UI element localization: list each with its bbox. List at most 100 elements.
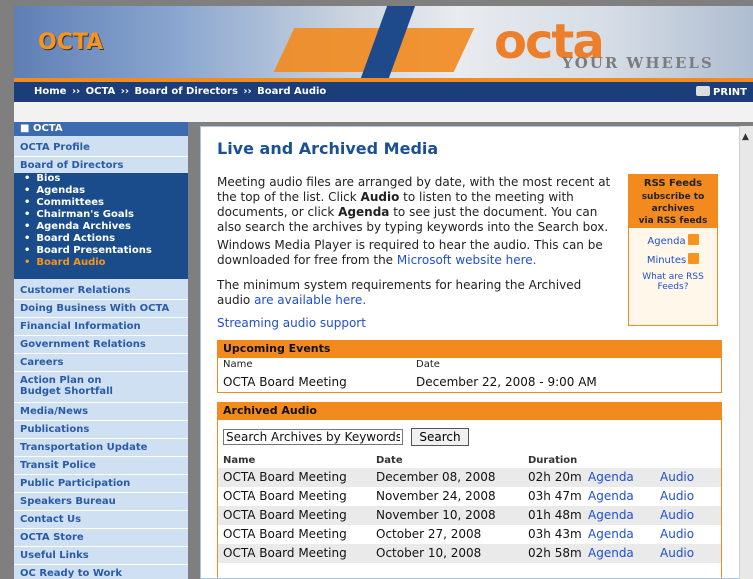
rss-agenda-label: Agenda <box>647 236 686 247</box>
streaming-paragraph: Streaming audio support <box>217 316 617 331</box>
submenu-item-board-actions[interactable]: Board Actions <box>14 233 188 245</box>
table-row: OCTA Board Meeting October 10, 2008 02h … <box>218 544 721 563</box>
vertical-scrollbar[interactable]: ▲ <box>739 126 753 579</box>
sidebar-item-contact-us[interactable]: Contact Us <box>14 512 188 529</box>
submenu-item-committees[interactable]: Committees <box>14 197 188 209</box>
sidebar-item-careers[interactable]: Careers <box>14 355 188 372</box>
rss-agenda-link[interactable]: Agenda <box>629 234 717 247</box>
row-name: OCTA Board Meeting <box>223 527 347 541</box>
row-audio-link[interactable]: Audio <box>660 470 694 484</box>
row-name: OCTA Board Meeting <box>223 508 347 522</box>
scroll-up-arrow-icon[interactable]: ▲ <box>742 132 750 142</box>
upcoming-events-table: Name Date OCTA Board Meeting December 22… <box>217 357 722 393</box>
octa-brand-label[interactable]: OCTA <box>38 30 103 55</box>
sidebar-item-media-news[interactable]: Media/News <box>14 404 188 421</box>
submenu-item-agendas[interactable]: Agendas <box>14 185 188 197</box>
upcoming-event-date: December 22, 2008 - 9:00 AM <box>416 375 597 389</box>
sidebar: ■ OCTA OCTA Profile Board of Directors B… <box>14 122 188 579</box>
agenda-word: Agenda <box>338 205 390 219</box>
rss-sub-1: subscribe to <box>629 192 717 204</box>
row-agenda-link[interactable]: Agenda <box>588 527 634 541</box>
archived-audio-bar: Archived Audio <box>217 402 722 420</box>
table-row: OCTA Board Meeting November 10, 2008 01h… <box>218 506 721 525</box>
rss-sub-2: archives <box>629 204 717 216</box>
row-date: November 10, 2008 <box>376 508 496 522</box>
rss-help-link[interactable]: What are RSS Feeds? <box>629 272 717 292</box>
row-name: OCTA Board Meeting <box>223 470 347 484</box>
upcoming-events-bar: Upcoming Events <box>217 340 722 358</box>
archived-col-duration: Duration <box>528 455 578 466</box>
requirements-paragraph: The minimum system requirements for hear… <box>217 278 617 308</box>
row-duration: 01h 48m <box>528 508 582 522</box>
row-audio-link[interactable]: Audio <box>660 546 694 560</box>
submenu-item-chairmans-goals[interactable]: Chairman's Goals <box>14 209 188 221</box>
sidebar-item-transportation-update[interactable]: Transportation Update <box>14 440 188 457</box>
sidebar-item-speakers-bureau[interactable]: Speakers Bureau <box>14 494 188 511</box>
rss-box: RSS Feeds subscribe to archives via RSS … <box>628 174 718 326</box>
sidebar-item-publications[interactable]: Publications <box>14 422 188 439</box>
sidebar-item-octa-profile[interactable]: OCTA Profile <box>14 140 188 157</box>
row-agenda-link[interactable]: Agenda <box>588 470 634 484</box>
sidebar-item-useful-links[interactable]: Useful Links <box>14 548 188 565</box>
upcoming-col-date: Date <box>416 359 440 370</box>
search-archives-input[interactable] <box>223 429 403 445</box>
main-content: Live and Archived Media Meeting audio fi… <box>200 126 753 579</box>
rss-head: RSS Feeds <box>629 175 717 192</box>
breadcrumb-separator: ›› <box>71 86 81 97</box>
sidebar-item-financial[interactable]: Financial Information <box>14 319 188 336</box>
row-audio-link[interactable]: Audio <box>660 489 694 503</box>
breadcrumb-bar: Home ›› OCTA ›› Board of Directors ›› Bo… <box>14 82 753 102</box>
table-row: OCTA Board Meeting October 27, 2008 03h … <box>218 525 721 544</box>
breadcrumb-board[interactable]: Board of Directors <box>135 86 238 97</box>
breadcrumb-home[interactable]: Home <box>34 86 66 97</box>
sidebar-item-doing-business[interactable]: Doing Business With OCTA <box>14 301 188 318</box>
rss-sub-3: via RSS feeds <box>629 216 717 228</box>
submenu-item-board-presentations[interactable]: Board Presentations <box>14 245 188 257</box>
streaming-audio-link[interactable]: Streaming audio support <box>217 316 366 330</box>
page-title: Live and Archived Media <box>217 139 439 158</box>
row-agenda-link[interactable]: Agenda <box>588 489 634 503</box>
row-date: November 24, 2008 <box>376 489 496 503</box>
row-audio-link[interactable]: Audio <box>660 527 694 541</box>
page: OCTA octa YOUR WHEELS Home ›› OCTA ›› Bo… <box>0 0 753 579</box>
sidebar-item-government[interactable]: Government Relations <box>14 337 188 354</box>
sidebar-item-oc-ready[interactable]: OC Ready to Work <box>14 566 188 579</box>
sidebar-item-action-plan[interactable]: Action Plan on Budget Shortfall <box>14 373 188 403</box>
logo-tagline: YOUR WHEELS <box>562 54 714 72</box>
archived-col-date: Date <box>376 455 403 466</box>
sidebar-item-customer-relations[interactable]: Customer Relations <box>14 283 188 300</box>
breadcrumb-board-audio[interactable]: Board Audio <box>257 86 326 97</box>
table-row: OCTA Board Meeting November 24, 2008 03h… <box>218 487 721 506</box>
sidebar-item-octa-store[interactable]: OCTA Store <box>14 530 188 547</box>
search-button[interactable]: Search <box>411 428 469 446</box>
submenu-item-board-audio[interactable]: Board Audio <box>14 257 188 269</box>
submenu-item-bios[interactable]: Bios <box>14 173 188 185</box>
microsoft-website-link[interactable]: Microsoft website here. <box>397 253 537 267</box>
row-duration: 03h 47m <box>528 489 582 503</box>
row-agenda-link[interactable]: Agenda <box>588 508 634 522</box>
row-audio-link[interactable]: Audio <box>660 508 694 522</box>
row-duration: 03h 43m <box>528 527 582 541</box>
rss-minutes-link[interactable]: Minutes <box>629 253 717 266</box>
print-button[interactable]: PRINT <box>696 86 747 98</box>
media-player-paragraph: Windows Media Player is required to hear… <box>217 238 617 268</box>
printer-icon <box>696 86 711 96</box>
requirements-link[interactable]: are available here. <box>254 293 366 307</box>
archived-audio-table: Search Name Date Duration OCTA Board Mee… <box>217 419 722 578</box>
sidebar-item-transit-police[interactable]: Transit Police <box>14 458 188 475</box>
row-agenda-link[interactable]: Agenda <box>588 546 634 560</box>
rss-icon <box>688 253 700 264</box>
breadcrumb-separator: ›› <box>243 86 252 97</box>
rss-icon <box>687 234 699 245</box>
print-label: PRINT <box>713 87 747 98</box>
sidebar-header[interactable]: ■ OCTA <box>14 122 188 136</box>
table-row: OCTA Board Meeting December 08, 2008 02h… <box>218 468 721 487</box>
breadcrumb-separator: ›› <box>120 86 130 97</box>
submenu-item-agenda-archives[interactable]: Agenda Archives <box>14 221 188 233</box>
row-duration: 02h 58m <box>528 546 582 560</box>
sidebar-item-public-participation[interactable]: Public Participation <box>14 476 188 493</box>
breadcrumb-octa[interactable]: OCTA <box>86 86 116 97</box>
row-date: October 27, 2008 <box>376 527 482 541</box>
breadcrumb: Home ›› OCTA ›› Board of Directors ›› Bo… <box>34 86 328 97</box>
row-name: OCTA Board Meeting <box>223 489 347 503</box>
